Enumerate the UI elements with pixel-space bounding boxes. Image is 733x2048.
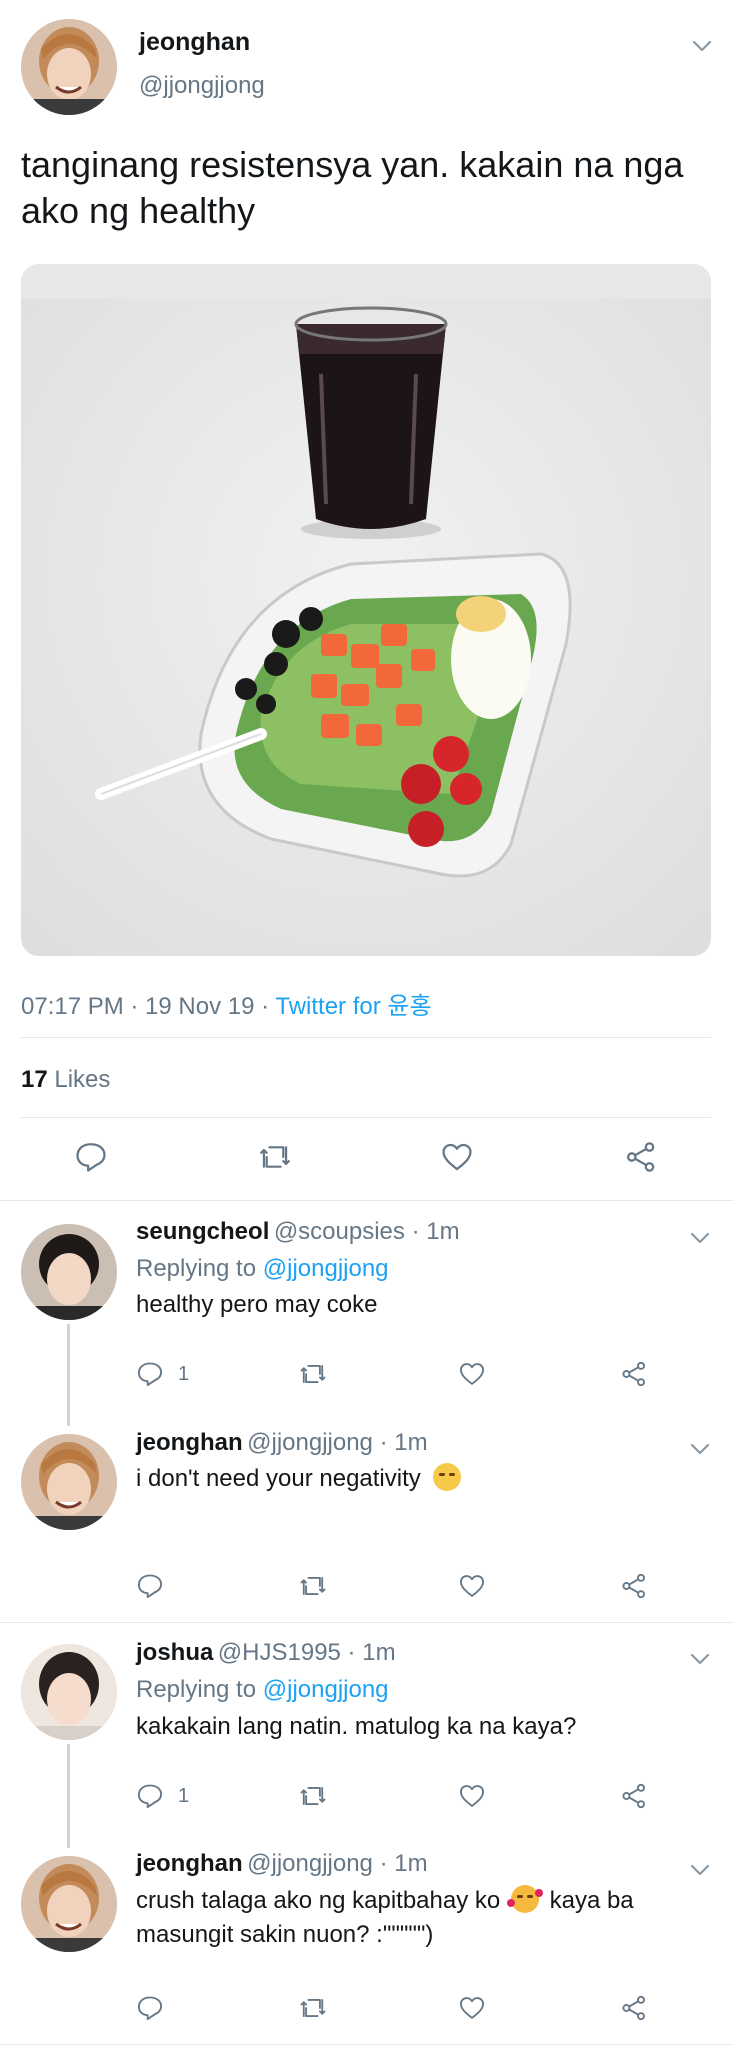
reply-button[interactable]: [74, 1140, 108, 1174]
retweet-icon: [300, 1365, 326, 1383]
replying-to: Replying to @jjongjjong: [136, 1255, 389, 1283]
reply-avatar[interactable]: [21, 1856, 117, 1952]
reply-count: 1: [178, 1784, 190, 1807]
like-button[interactable]: [458, 1782, 486, 1810]
likes-count: 17: [21, 1066, 48, 1093]
reply-count: 1: [178, 1362, 190, 1385]
smiling-face-with-hearts-emoji-icon: [506, 1885, 543, 1913]
tweet-meta: 07:17 PM · 19 Nov 19 · Twitter for 윤홍: [21, 986, 432, 1021]
reply-text-line1a: crush talaga ako ng kapitbahay ko: [136, 1887, 501, 1914]
divider: [0, 1200, 733, 1201]
thread-line: [67, 1744, 70, 1848]
reply-icon: [137, 1996, 163, 2021]
huffing-face-emoji-icon: [433, 1463, 462, 1491]
replying-to-label: Replying to: [136, 1676, 263, 1703]
reply-header: jeonghan @jjongjjong · 1m: [136, 1429, 428, 1457]
retweet-icon: [300, 1577, 326, 1595]
like-button[interactable]: [458, 1572, 486, 1600]
replying-to-label: Replying to: [136, 1255, 263, 1282]
share-button[interactable]: [620, 1572, 648, 1600]
share-button[interactable]: [620, 1994, 648, 2022]
like-icon: [459, 1997, 485, 2019]
chevron-down-icon[interactable]: [688, 1647, 712, 1676]
reply-text-line1b: kaya ba: [549, 1887, 634, 1914]
reply-display-name[interactable]: jeonghan: [136, 1429, 243, 1456]
chevron-down-icon[interactable]: [688, 1858, 712, 1887]
reply-display-name[interactable]: joshua: [136, 1639, 213, 1666]
main-display-name[interactable]: jeonghan: [139, 28, 250, 57]
main-tweet-text: tanginang resistensya yan. kakain na nga…: [21, 142, 721, 234]
share-icon: [626, 1142, 655, 1172]
reply-text: i don't need your negativity: [136, 1462, 462, 1496]
reply-text: crush talaga ako ng kapitbahay ko kaya b…: [136, 1884, 716, 1952]
reply-icon: [137, 1362, 163, 1387]
reply-display-name[interactable]: jeonghan: [136, 1850, 243, 1877]
retweet-button[interactable]: [257, 1140, 293, 1174]
retweet-icon: [300, 1999, 326, 2017]
reply-avatar[interactable]: [21, 1644, 117, 1740]
chevron-down-icon[interactable]: [688, 1226, 712, 1255]
share-icon: [622, 1995, 645, 2021]
reply-header: seungcheol @scoupsies · 1m: [136, 1218, 460, 1246]
reply-icon: [137, 1574, 163, 1599]
reply-text: healthy pero may coke: [136, 1291, 378, 1318]
reply-button[interactable]: 1: [136, 1360, 189, 1388]
share-button[interactable]: [620, 1782, 648, 1810]
divider: [21, 1117, 711, 1118]
reply-handle-time[interactable]: @HJS1995 · 1m: [218, 1639, 396, 1666]
divider: [0, 1622, 733, 1623]
reply-icon: [76, 1143, 106, 1172]
reply-button[interactable]: [136, 1572, 164, 1600]
like-button[interactable]: [458, 1360, 486, 1388]
retweet-button[interactable]: [298, 1572, 328, 1600]
likes-row[interactable]: 17 Likes: [21, 1066, 110, 1094]
reply-avatar[interactable]: [21, 1434, 117, 1530]
divider: [21, 1037, 711, 1038]
retweet-button[interactable]: [298, 1994, 328, 2022]
reply-button[interactable]: 1: [136, 1782, 189, 1810]
retweet-icon: [260, 1146, 290, 1168]
likes-label: Likes: [54, 1066, 111, 1093]
main-handle[interactable]: @jjongjjong: [139, 72, 265, 100]
chevron-down-icon[interactable]: [690, 34, 714, 58]
mention-link[interactable]: @jjongjjong: [263, 1676, 389, 1703]
divider: [0, 2044, 733, 2045]
tweet-text-line1: tanginang resistensya yan. kakain na nga: [21, 144, 684, 185]
reply-text-body: i don't need your negativity: [136, 1465, 421, 1492]
share-button[interactable]: [620, 1360, 648, 1388]
reply-icon: [137, 1784, 163, 1809]
mention-link[interactable]: @jjongjjong: [263, 1255, 389, 1282]
reply-handle-time[interactable]: @jjongjjong · 1m: [247, 1850, 427, 1877]
main-avatar[interactable]: [21, 19, 117, 115]
reply-header: jeonghan @jjongjjong · 1m: [136, 1850, 428, 1878]
replying-to: Replying to @jjongjjong: [136, 1676, 389, 1704]
reply-header: joshua @HJS1995 · 1m: [136, 1639, 396, 1667]
share-icon: [622, 1783, 645, 1809]
retweet-button[interactable]: [298, 1360, 328, 1388]
tweet-photo[interactable]: [21, 264, 711, 956]
chevron-down-icon[interactable]: [688, 1437, 712, 1466]
reply-text: kakakain lang natin. matulog ka na kaya?: [136, 1713, 577, 1740]
like-button[interactable]: [440, 1140, 474, 1174]
tweet-text-line2: ako ng healthy: [21, 190, 256, 231]
reply-text-line2: masungit sakin nuon? :"""""): [136, 1921, 434, 1948]
reply-handle-time[interactable]: @scoupsies · 1m: [274, 1218, 460, 1245]
share-icon: [622, 1361, 645, 1387]
reply-avatar[interactable]: [21, 1224, 117, 1320]
share-button[interactable]: [624, 1140, 658, 1174]
like-icon: [442, 1143, 472, 1171]
like-icon: [459, 1575, 485, 1597]
like-icon: [459, 1785, 485, 1807]
reply-handle-time[interactable]: @jjongjjong · 1m: [247, 1429, 427, 1456]
retweet-button[interactable]: [298, 1782, 328, 1810]
tweet-source-link[interactable]: Twitter for 윤홍: [275, 993, 431, 1020]
tweet-timestamp: 07:17 PM · 19 Nov 19 ·: [21, 993, 276, 1020]
retweet-icon: [300, 1787, 326, 1805]
thread-line: [67, 1324, 70, 1426]
like-button[interactable]: [458, 1994, 486, 2022]
reply-button[interactable]: [136, 1994, 164, 2022]
share-icon: [622, 1573, 645, 1599]
reply-display-name[interactable]: seungcheol: [136, 1218, 269, 1245]
like-icon: [459, 1363, 485, 1385]
